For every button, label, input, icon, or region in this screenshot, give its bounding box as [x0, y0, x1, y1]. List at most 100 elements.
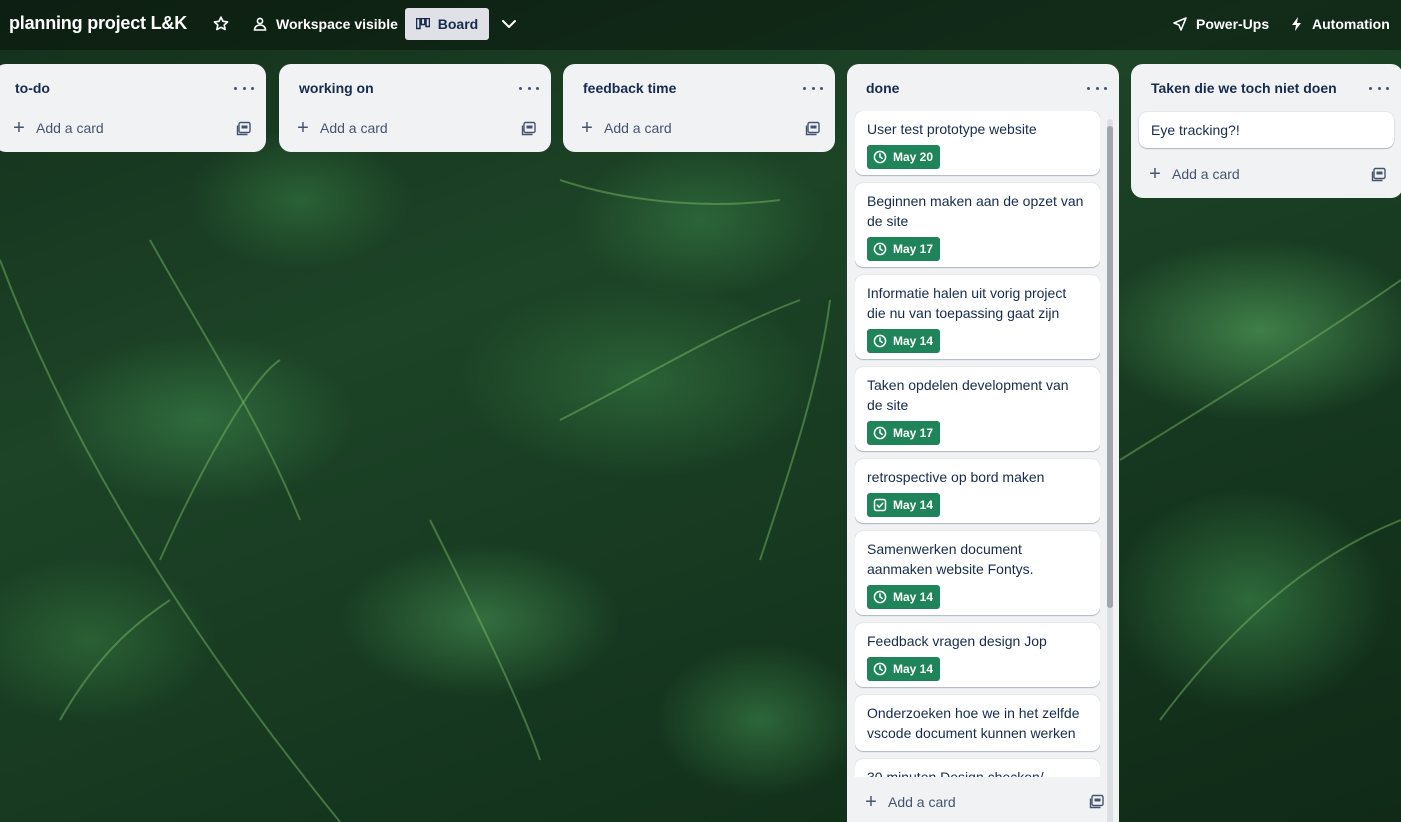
clock-icon [873, 150, 887, 164]
due-date-badge[interactable]: May 20 [867, 145, 941, 169]
powerups-label: Power-Ups [1196, 16, 1270, 32]
card[interactable]: User test prototype website May 20 [855, 111, 1100, 175]
add-card-label: Add a card [604, 120, 672, 136]
plus-icon: + [1149, 163, 1161, 185]
card[interactable]: Eye tracking?! [1139, 112, 1394, 148]
plus-icon: + [13, 117, 25, 139]
add-card-button[interactable]: + Add a card [1148, 160, 1240, 188]
card-title: Beginnen maken aan de opzet van de site [867, 193, 1084, 229]
card-template-button[interactable] [805, 121, 821, 137]
card-title: Taken opdelen development van de site [867, 377, 1069, 413]
due-date-label: May 14 [893, 334, 934, 348]
list-title[interactable]: working on [299, 80, 374, 96]
board-header: planning project L&K Workspace visible B… [0, 0, 1401, 50]
card[interactable]: retrospective op bord maken May 14 [855, 459, 1100, 523]
list-title[interactable]: Taken die we toch niet doen [1151, 80, 1337, 96]
template-icon [521, 121, 536, 136]
people-icon [253, 17, 267, 31]
powerups-button[interactable]: Power-Ups [1172, 10, 1269, 38]
add-card-button[interactable]: + Add a card [580, 114, 672, 142]
list-title[interactable]: to-do [15, 80, 50, 96]
card[interactable]: Taken opdelen development van de site Ma… [855, 367, 1100, 451]
plus-icon: + [865, 791, 877, 813]
card[interactable]: Beginnen maken aan de opzet van de site … [855, 183, 1100, 267]
view-board-label: Board [437, 16, 479, 32]
star-button[interactable] [210, 13, 232, 35]
list-menu-button[interactable] [1369, 80, 1389, 96]
plus-icon: + [297, 117, 309, 139]
clock-icon [873, 426, 887, 440]
card-template-button[interactable] [1089, 794, 1105, 810]
list-working-on: working on + Add a card [279, 64, 551, 152]
automation-button[interactable]: Automation [1290, 10, 1390, 38]
card-title: 30 minuten Design checken/ [867, 769, 1044, 777]
add-card-button[interactable]: + Add a card [12, 114, 104, 142]
card[interactable]: Informatie halen uit vorig project die n… [855, 275, 1100, 359]
star-icon [213, 16, 229, 31]
card[interactable]: Onderzoeken hoe we in het zelfde vscode … [855, 695, 1100, 751]
card[interactable]: Feedback vragen design Jop May 14 [855, 623, 1100, 687]
list-menu-button[interactable] [519, 80, 539, 96]
automation-label: Automation [1312, 16, 1390, 32]
due-date-badge[interactable]: May 17 [867, 421, 941, 445]
lightning-icon [1292, 17, 1301, 31]
list-taken-die-we-toch-niet-doen: Taken die we toch niet doen Eye tracking… [1131, 64, 1401, 198]
template-icon [236, 121, 251, 136]
card-title: Eye tracking?! [1151, 122, 1240, 138]
card[interactable]: Samenwerken document aanmaken website Fo… [855, 531, 1100, 615]
template-icon [1371, 167, 1386, 182]
view-switcher-button[interactable] [498, 12, 520, 36]
card-title: User test prototype website [867, 121, 1037, 137]
list-menu-button[interactable] [234, 80, 254, 96]
plus-icon: + [581, 117, 593, 139]
due-date-badge[interactable]: May 17 [867, 237, 941, 261]
card-template-button[interactable] [236, 121, 252, 137]
add-card-label: Add a card [1172, 166, 1240, 182]
rocket-icon [1173, 17, 1187, 31]
list-to-do: to-do + Add a card [0, 64, 266, 152]
due-date-badge[interactable]: May 14 [867, 329, 941, 353]
list-scrollbar-thumb[interactable] [1107, 126, 1113, 608]
due-date-label: May 17 [893, 242, 934, 256]
checkbox-icon [873, 498, 887, 512]
list-menu-button[interactable] [803, 80, 823, 96]
card-title: retrospective op bord maken [867, 469, 1045, 485]
due-date-badge[interactable]: May 14 [867, 585, 941, 609]
list-title[interactable]: done [866, 80, 899, 96]
chevron-down-icon [502, 20, 516, 28]
list-done: done User test prototype website May 20 … [847, 64, 1119, 822]
card-template-button[interactable] [1371, 167, 1387, 183]
add-card-button[interactable]: + Add a card [864, 788, 956, 816]
board-icon [415, 18, 430, 30]
add-card-button[interactable]: + Add a card [296, 114, 388, 142]
card-list: User test prototype website May 20 Begin… [855, 111, 1100, 777]
workspace-visibility-button[interactable]: Workspace visible [252, 10, 398, 38]
card-title: Informatie halen uit vorig project die n… [867, 285, 1067, 321]
due-date-label: May 14 [893, 590, 934, 604]
list-feedback-time: feedback time + Add a card [563, 64, 835, 152]
view-board-button[interactable]: Board [405, 8, 489, 40]
card-title: Samenwerken document aanmaken website Fo… [867, 541, 1034, 577]
list-title[interactable]: feedback time [583, 80, 676, 96]
add-card-label: Add a card [888, 794, 956, 810]
due-date-label: May 14 [893, 662, 934, 676]
clock-icon [873, 334, 887, 348]
template-icon [1089, 794, 1104, 809]
list-menu-button[interactable] [1087, 80, 1107, 96]
template-icon [805, 121, 820, 136]
card-template-button[interactable] [521, 121, 537, 137]
due-date-badge[interactable]: May 14 [867, 493, 941, 517]
workspace-visibility-label: Workspace visible [276, 16, 398, 32]
board-title[interactable]: planning project L&K [9, 13, 187, 34]
due-date-label: May 14 [893, 498, 934, 512]
add-card-label: Add a card [36, 120, 104, 136]
card-title: Feedback vragen design Jop [867, 633, 1047, 649]
due-date-label: May 20 [893, 150, 934, 164]
clock-icon [873, 590, 887, 604]
card[interactable]: 30 minuten Design checken/ [855, 759, 1100, 777]
add-card-label: Add a card [320, 120, 388, 136]
due-date-badge[interactable]: May 14 [867, 657, 941, 681]
due-date-label: May 17 [893, 426, 934, 440]
clock-icon [873, 242, 887, 256]
card-title: Onderzoeken hoe we in het zelfde vscode … [867, 705, 1080, 741]
